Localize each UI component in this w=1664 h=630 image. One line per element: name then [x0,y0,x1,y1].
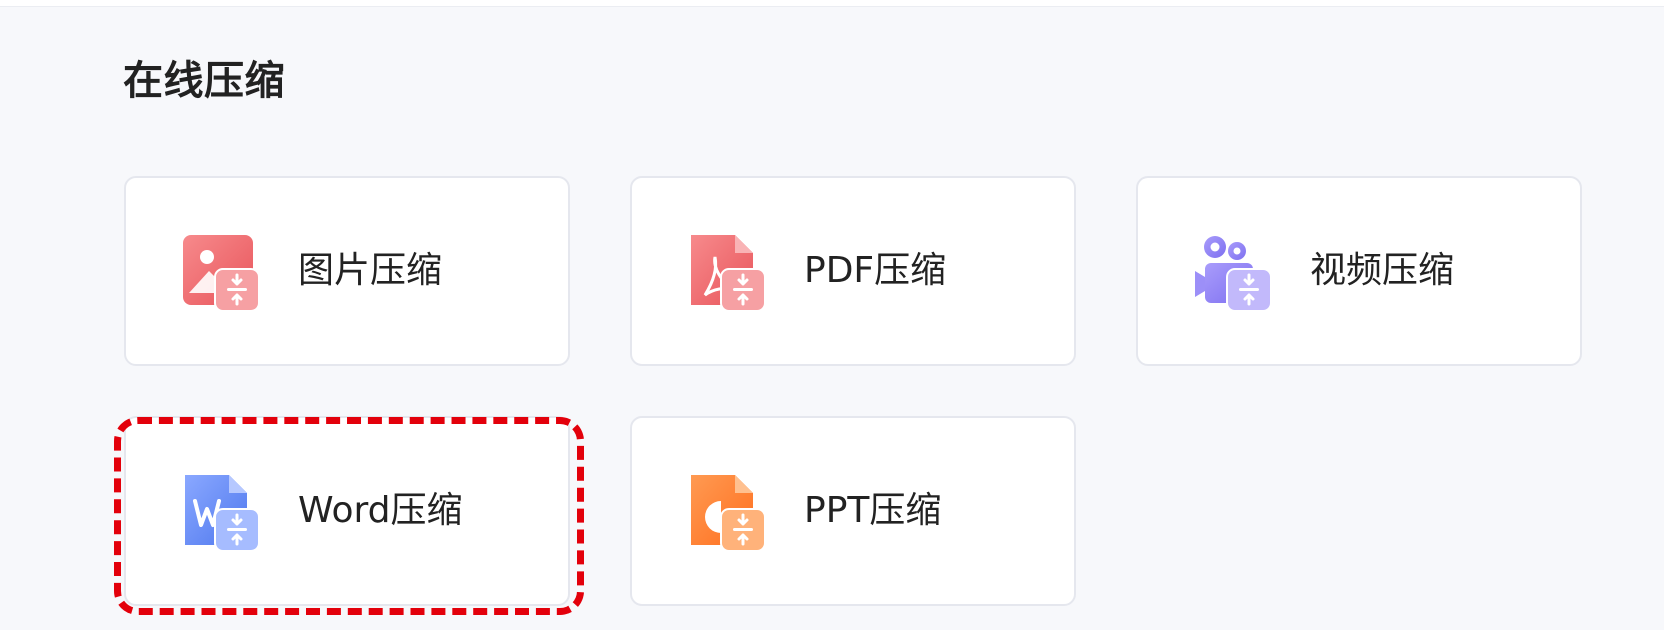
card-label: 图片压缩 [298,250,443,291]
image-compress-icon [183,235,260,312]
video-compress-icon [1195,236,1272,312]
pdf-compress-icon [691,235,766,312]
image-compress-card[interactable]: 图片压缩 [124,176,570,366]
word-compress-card[interactable]: Word压缩 [124,416,570,606]
card-label: Word压缩 [298,490,463,531]
video-compress-card[interactable]: 视频压缩 [1136,176,1582,366]
card-label: PDF压缩 [804,250,947,291]
online-compress-panel: 在线压缩 图片压缩 PDF压缩 视频压缩 Word压缩 PPT压缩 [0,6,1664,630]
pdf-compress-card[interactable]: PDF压缩 [630,176,1076,366]
section-title: 在线压缩 [123,58,285,104]
ppt-compress-card[interactable]: PPT压缩 [630,416,1076,606]
ppt-compress-icon [691,475,766,552]
word-compress-icon [185,475,260,552]
card-label: 视频压缩 [1310,250,1455,291]
card-label: PPT压缩 [804,490,942,531]
